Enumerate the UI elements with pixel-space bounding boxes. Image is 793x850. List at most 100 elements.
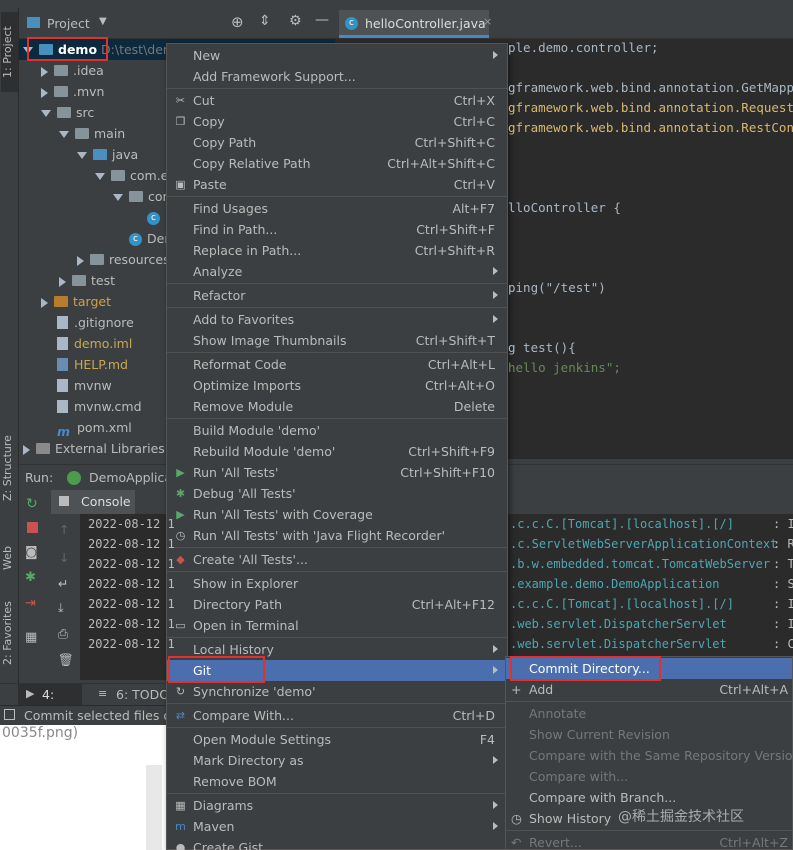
rerun-icon[interactable]: ↻ <box>26 496 38 512</box>
menu-item-cut[interactable]: ✂ Cut Ctrl+X <box>167 90 507 111</box>
diagram-icon: ▦ <box>175 799 186 812</box>
run-config-name[interactable]: DemoApplicat <box>89 470 177 485</box>
scrollbar[interactable] <box>146 765 162 850</box>
log-logger: .c.c.C.[Tomcat].[localhost].[/] <box>510 517 734 531</box>
expanded-arrow-icon[interactable] <box>77 152 87 159</box>
console-tab[interactable]: Console <box>51 490 135 514</box>
collapsed-arrow-icon[interactable] <box>59 276 66 287</box>
menu-item-label: Build Module 'demo' <box>193 423 321 438</box>
editor-tab[interactable]: c helloController.java × <box>339 10 492 38</box>
tree-item-label: mvnw.cmd <box>74 399 142 414</box>
menu-item-analyze[interactable]: Analyze <box>167 261 507 282</box>
hide-panel-icon[interactable]: — <box>315 12 329 28</box>
expanded-arrow-icon[interactable] <box>41 110 51 117</box>
menu-item-reformat-code[interactable]: Reformat Code Ctrl+Alt+L <box>167 354 507 375</box>
structure-tool-tab[interactable]: Z: Structure <box>1 433 18 503</box>
project-panel-title[interactable]: Project <box>47 16 90 31</box>
up-arrow-icon[interactable]: ↑ <box>59 522 69 537</box>
debug-icon[interactable]: ✱ <box>25 570 36 585</box>
collapsed-arrow-icon[interactable] <box>77 255 84 266</box>
menu-item-rebuild-module-demo[interactable]: Rebuild Module 'demo' Ctrl+Shift+F9 <box>167 441 507 462</box>
menu-separator <box>167 307 507 308</box>
menu-item-compare-with[interactable]: ⇄ Compare With... Ctrl+D <box>167 705 507 726</box>
menu-item-add-to-favorites[interactable]: Add to Favorites <box>167 309 507 330</box>
menu-item-remove-bom[interactable]: Remove BOM <box>167 771 507 792</box>
menu-item-create-gist[interactable]: ● Create Gist... <box>167 837 507 850</box>
expanded-arrow-icon[interactable] <box>59 131 69 138</box>
menu-item-diagrams[interactable]: ▦ Diagrams <box>167 795 507 816</box>
menu-item-find-in-path[interactable]: Find in Path... Ctrl+Shift+F <box>167 219 507 240</box>
favorites-tool-tab[interactable]: 2: Favorites <box>1 598 18 668</box>
menu-item-label: Cut <box>193 93 215 108</box>
menu-item-directory-path[interactable]: Directory Path Ctrl+Alt+F12 <box>167 594 507 615</box>
collapse-all-icon[interactable]: ⇕ <box>259 13 271 29</box>
menu-item-label: Optimize Imports <box>193 378 302 393</box>
menu-item-new[interactable]: New <box>167 45 507 66</box>
gear-icon[interactable]: ⚙ <box>289 13 302 29</box>
menu-separator <box>167 283 507 284</box>
collapsed-arrow-icon[interactable] <box>41 66 48 77</box>
run-tool-tab[interactable]: ▶ 4: Run <box>18 684 82 717</box>
menu-item-run-all-tests-with-java-flight-recorder[interactable]: ◷ Run 'All Tests' with 'Java Flight Recor… <box>167 525 507 546</box>
context-menu: New Add Framework Support... ✂ Cut Ctrl+X ❐ Co… <box>166 43 508 850</box>
close-tab-icon[interactable]: × <box>483 15 492 28</box>
menu-item-build-module-demo[interactable]: Build Module 'demo' <box>167 420 507 441</box>
menu-item-replace-in-path[interactable]: Replace in Path... Ctrl+Shift+R <box>167 240 507 261</box>
menu-item-maven[interactable]: m Maven <box>167 816 507 837</box>
scroll-end-icon[interactable]: ⤓ <box>58 600 64 616</box>
menu-item-mark-directory-as[interactable]: Mark Directory as <box>167 750 507 771</box>
menu-item-synchronize-demo[interactable]: ↻ Synchronize 'demo' <box>167 681 507 702</box>
highlight-box-git <box>168 656 265 683</box>
web-tool-tab[interactable]: Web <box>1 538 18 578</box>
menu-item-show-in-explorer[interactable]: Show in Explorer <box>167 573 507 594</box>
run-icon: ▶ <box>26 687 35 700</box>
menu-item-run-all-tests-with-coverage[interactable]: ▶ Run 'All Tests' with Coverage <box>167 504 507 525</box>
menu-item-run-all-tests[interactable]: ▶ Run 'All Tests' Ctrl+Shift+F10 <box>167 462 507 483</box>
todo-tool-tab[interactable]: 6: TODO <box>116 687 169 702</box>
menu-item-refactor[interactable]: Refactor <box>167 285 507 306</box>
menu-item-open-in-terminal[interactable]: ▭ Open in Terminal <box>167 615 507 636</box>
layout-icon[interactable]: ▦ <box>25 630 37 645</box>
menu-item-optimize-imports[interactable]: Optimize Imports Ctrl+Alt+O <box>167 375 507 396</box>
menu-item-show-image-thumbnails[interactable]: Show Image Thumbnails Ctrl+Shift+T <box>167 330 507 351</box>
menu-item-copy-path[interactable]: Copy Path Ctrl+Shift+C <box>167 132 507 153</box>
menu-item-debug-all-tests[interactable]: ✱ Debug 'All Tests' <box>167 483 507 504</box>
menu-item-label: Compare With... <box>193 708 294 723</box>
menu-item-paste[interactable]: ▣ Paste Ctrl+V <box>167 174 507 195</box>
menu-item-open-module-settings[interactable]: Open Module Settings F4 <box>167 729 507 750</box>
menu-item-create-all-tests[interactable]: ◆ Create 'All Tests'... <box>167 549 507 570</box>
java-class-icon: c <box>129 233 142 246</box>
menu-separator <box>167 637 507 638</box>
exit-icon[interactable]: ⇥ <box>25 596 36 611</box>
project-tool-tab[interactable]: 1: Project <box>1 12 18 92</box>
package-icon <box>111 170 125 181</box>
menu-item-find-usages[interactable]: Find Usages Alt+F7 <box>167 198 507 219</box>
wrap-icon[interactable]: ↵ <box>58 576 68 591</box>
camera-icon[interactable]: ◙ <box>25 545 38 560</box>
collapsed-arrow-icon[interactable] <box>23 444 30 455</box>
chevron-down-icon[interactable]: ▼ <box>99 16 107 27</box>
editor-tab-label: helloController.java <box>365 16 486 31</box>
expanded-arrow-icon[interactable] <box>113 194 123 201</box>
run-toolbar: ↻ ◙ ✱ ⇥ ▦ <box>19 490 49 680</box>
trash-icon[interactable]: 🗑 <box>58 652 74 668</box>
file-icon <box>57 337 68 350</box>
submenu-item-shortcut: Ctrl+Alt+A <box>719 682 788 697</box>
expanded-arrow-icon[interactable] <box>95 173 105 180</box>
print-icon[interactable]: ⎙ <box>58 626 68 642</box>
menu-item-remove-module[interactable]: Remove Module Delete <box>167 396 507 417</box>
submenu-item-compare-with-branch[interactable]: Compare with Branch... <box>506 787 792 808</box>
locate-icon[interactable]: ⊕ <box>231 13 244 31</box>
collapsed-arrow-icon[interactable] <box>41 297 48 308</box>
submenu-item-label: Revert... <box>529 835 582 850</box>
folder-icon <box>57 107 71 118</box>
menu-item-label: Replace in Path... <box>193 243 302 258</box>
menu-item-copy[interactable]: ❐ Copy Ctrl+C <box>167 111 507 132</box>
menu-item-add-framework-support[interactable]: Add Framework Support... <box>167 66 507 87</box>
project-view-icon <box>27 17 40 28</box>
down-arrow-icon[interactable]: ↓ <box>59 550 69 565</box>
menu-item-copy-relative-path[interactable]: Copy Relative Path Ctrl+Alt+Shift+C <box>167 153 507 174</box>
stop-icon[interactable] <box>27 522 38 533</box>
submenu-item-add[interactable]: + Add Ctrl+Alt+A <box>506 679 792 700</box>
collapsed-arrow-icon[interactable] <box>41 87 48 98</box>
